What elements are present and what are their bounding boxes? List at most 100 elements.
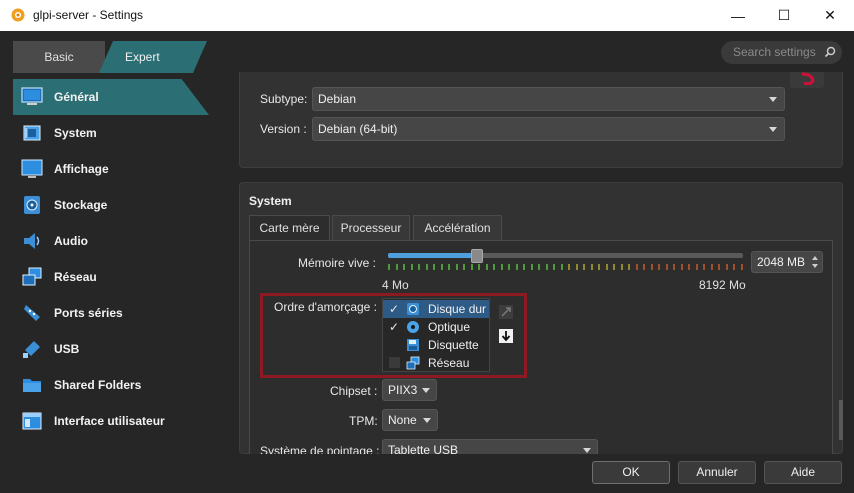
subtype-combobox[interactable]: Debian [312,87,785,111]
slider-tick [538,264,540,270]
sidebar-item-display[interactable]: Affichage [13,151,209,187]
system-chip-icon [20,122,44,144]
memory-spinbox[interactable]: 2048 MB [751,251,823,273]
tab-processor[interactable]: Processeur [332,215,410,240]
sidebar-item-shared-folders[interactable]: Shared Folders [13,367,209,403]
slider-tick [388,264,390,270]
boot-item-label: Optique [428,320,471,334]
cancel-button[interactable]: Annuler [678,461,756,484]
memory-slider-fill [388,253,477,258]
slider-tick [740,264,743,270]
slider-tick [545,264,548,270]
memory-slider[interactable] [388,253,743,258]
tpm-label: TPM: [349,414,378,428]
move-down-icon[interactable] [499,329,513,343]
search-settings-input[interactable]: Search settings [721,41,842,64]
slider-tick [403,264,405,270]
slider-tick [523,264,525,270]
boot-item-network[interactable]: Réseau [383,354,489,372]
sidebar-item-audio[interactable]: Audio [13,223,209,259]
sidebar-item-serial-ports[interactable]: Ports séries [13,295,209,331]
slider-tick [643,264,645,270]
slider-tick [530,264,533,270]
slider-tick [680,264,683,270]
slider-tick [568,264,570,270]
sidebar-item-label: Affichage [54,162,109,176]
boot-item-checkbox[interactable]: ✓ [389,318,401,336]
help-button[interactable]: Aide [764,461,842,484]
subtype-label: Subtype: [260,92,308,106]
move-up-icon[interactable] [499,305,513,319]
spin-up-icon[interactable] [812,256,818,260]
slider-tick [433,264,435,270]
spin-down-icon[interactable] [812,264,818,268]
slider-tick [598,264,600,270]
version-value: Debian (64-bit) [318,122,398,136]
version-label: Version : [260,122,307,136]
slider-tick [688,264,690,270]
sidebar-item-label: Interface utilisateur [54,414,165,428]
sidebar-item-network[interactable]: Réseau [13,259,209,295]
memory-value: 2048 MB [757,255,806,269]
slider-tick [590,264,593,270]
boot-item-optical[interactable]: ✓ Optique [383,318,489,336]
boot-item-hard-disk[interactable]: ✓ Disque dur [383,300,489,318]
slider-tick [650,264,653,270]
slider-tick [658,264,660,270]
sidebar-item-label: USB [54,342,80,356]
sidebar-item-label: Stockage [54,198,108,212]
chevron-down-icon [769,127,777,132]
app-gear-icon [11,8,25,22]
slider-tick [733,264,735,270]
slider-tick [620,264,623,270]
minimize-button[interactable]: — [715,0,761,31]
chipset-value: PIIX3 [388,383,418,397]
slider-tick [463,264,465,270]
slider-tick [560,264,563,270]
slider-tick [508,264,510,270]
sidebar-item-system[interactable]: System [13,115,209,151]
boot-item-checkbox-empty[interactable] [389,357,400,368]
sidebar-item-label: System [54,126,97,140]
sidebar-item-user-interface[interactable]: Interface utilisateur [13,403,209,439]
os-type-icon [790,72,824,88]
slider-tick [605,264,608,270]
mode-switch: Basic Expert [13,41,207,73]
search-placeholder: Search settings [733,45,816,59]
sidebar-item-usb[interactable]: USB [13,331,209,367]
slider-tick [613,264,615,270]
slider-tick [628,264,630,270]
chevron-down-icon [769,97,777,102]
expert-mode-tab[interactable]: Expert [99,41,207,73]
boot-item-floppy[interactable]: Disquette [383,336,489,354]
floppy-icon [407,339,419,351]
sidebar-item-general[interactable]: Général [13,79,209,115]
sidebar-item-storage[interactable]: Stockage [13,187,209,223]
chipset-combobox[interactable]: PIIX3 [382,379,437,401]
sidebar-item-label: Audio [54,234,88,248]
boot-item-label: Disquette [428,338,479,352]
slider-tick [725,264,728,270]
maximize-button[interactable]: ☐ [761,0,807,31]
boot-order-list[interactable]: ✓ Disque dur ✓ Optique Disquette Réseau [382,298,490,372]
tpm-combobox[interactable]: None [382,409,438,431]
memory-slider-handle[interactable] [470,249,483,263]
close-button[interactable]: ✕ [807,0,853,31]
boot-item-checkbox[interactable]: ✓ [389,300,401,318]
settings-sidebar: Général System Affichage Stockage Audio … [13,79,209,439]
slider-tick [673,264,675,270]
slider-tick [710,264,713,270]
slider-tick [515,264,518,270]
search-icon[interactable] [824,46,836,58]
tab-motherboard[interactable]: Carte mère [249,215,330,241]
memory-spin-buttons[interactable] [810,253,821,271]
slider-tick [703,264,705,270]
scrollbar[interactable] [839,400,843,440]
ok-button[interactable]: OK [592,461,670,484]
version-combobox[interactable]: Debian (64-bit) [312,117,785,141]
tab-acceleration[interactable]: Accélération [413,215,502,240]
slider-tick [575,264,578,270]
basic-mode-tab[interactable]: Basic [13,41,105,73]
slider-tick [718,264,720,270]
slider-tick [500,264,503,270]
